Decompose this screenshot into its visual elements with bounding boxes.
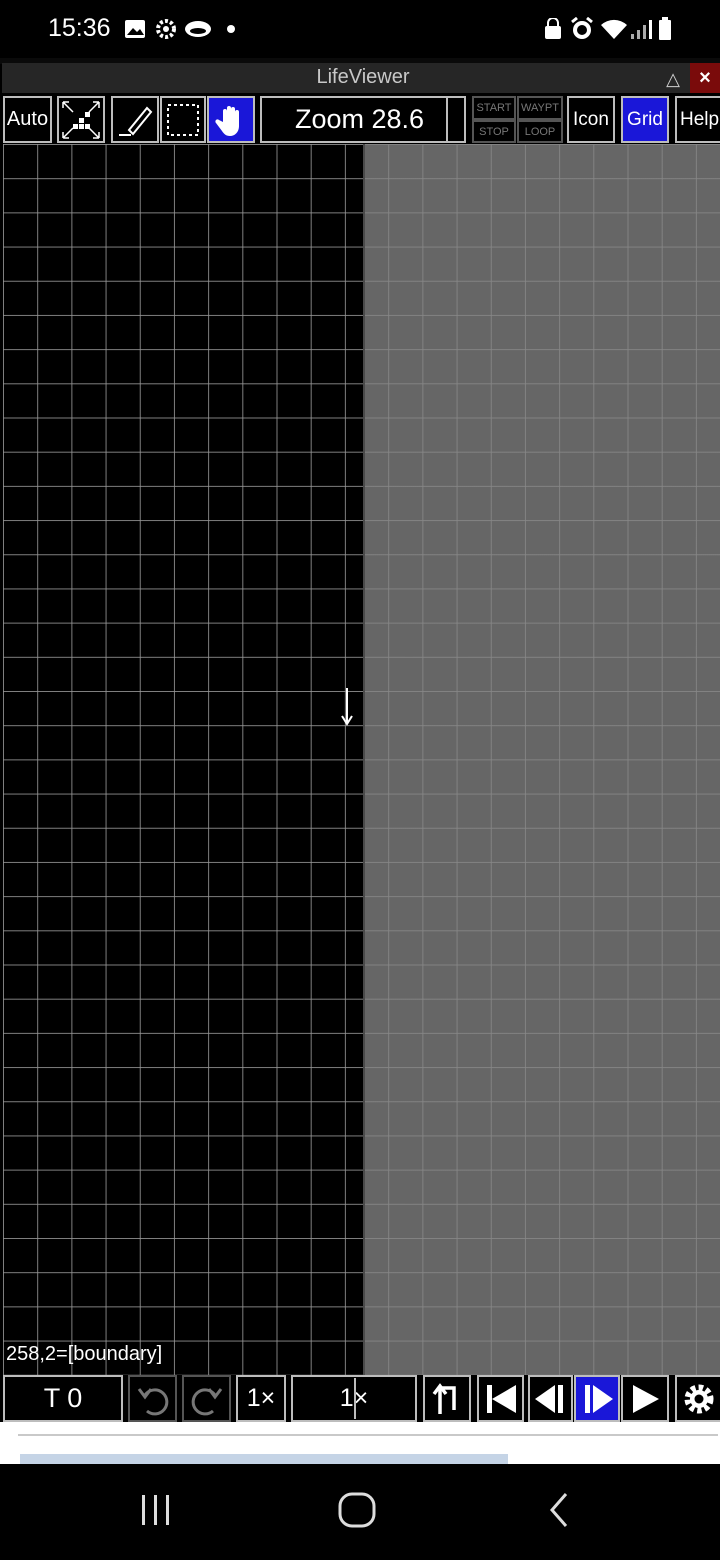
zoom-slider-thumb[interactable] xyxy=(446,98,448,141)
redo-icon xyxy=(191,1387,222,1415)
battery-icon xyxy=(659,17,671,40)
step-forward-button[interactable] xyxy=(574,1375,620,1422)
step-back-button[interactable] xyxy=(528,1375,573,1422)
icon-label: Icon xyxy=(573,108,609,130)
recent-apps-icon[interactable] xyxy=(138,1492,174,1528)
select-button[interactable] xyxy=(160,96,206,143)
cloud-icon xyxy=(185,21,211,37)
grid-button[interactable]: Grid xyxy=(621,96,669,143)
start-label: START xyxy=(476,102,512,114)
play-button[interactable] xyxy=(621,1375,669,1422)
icon-button[interactable]: Icon xyxy=(567,96,615,143)
auto-label: Auto xyxy=(6,108,49,130)
zoom-slider[interactable]: Zoom 28.6 xyxy=(260,96,466,143)
settings-gear-icon xyxy=(684,1384,713,1413)
gear-icon xyxy=(156,19,176,39)
generation-label: T 0 xyxy=(43,1383,83,1413)
grid-lines xyxy=(3,144,364,1375)
stop-button[interactable]: STOP xyxy=(472,120,516,143)
draw-button[interactable] xyxy=(111,96,159,143)
cursor-icon xyxy=(341,688,353,726)
cursor-coordinates: 258,2=[boundary] xyxy=(6,1343,163,1365)
loop-label: LOOP xyxy=(524,125,556,138)
grid-label: Grid xyxy=(627,108,663,130)
loop-button[interactable]: LOOP xyxy=(517,120,563,143)
page-divider xyxy=(18,1434,718,1436)
alarm-icon xyxy=(571,17,593,39)
undo-icon xyxy=(137,1387,168,1415)
speed-slider-thumb[interactable] xyxy=(354,1378,356,1419)
boundary-edge xyxy=(363,144,365,1375)
forum-thread-link[interactable] xyxy=(20,1454,508,1464)
skip-back-icon xyxy=(486,1384,516,1413)
fit-zoom-icon xyxy=(62,100,100,139)
collapse-button[interactable]: △ xyxy=(662,63,684,93)
stop-label: STOP xyxy=(479,125,509,138)
step-size-button[interactable]: 1× xyxy=(236,1375,286,1422)
waypt-label: WAYPT xyxy=(521,102,559,114)
step-forward-icon xyxy=(585,1384,613,1413)
step-label: 1× xyxy=(246,1384,276,1412)
image-icon xyxy=(125,20,145,38)
lock-icon xyxy=(545,18,561,39)
window-title: LifeViewer xyxy=(316,66,410,88)
play-icon xyxy=(633,1384,659,1413)
dot-icon xyxy=(227,25,235,33)
help-label: Help xyxy=(680,108,720,130)
close-button[interactable]: × xyxy=(690,63,720,93)
go-to-start-button[interactable] xyxy=(477,1375,524,1422)
auto-fit-button[interactable]: Auto xyxy=(3,96,52,143)
signal-icon xyxy=(631,20,652,39)
fit-zoom-button[interactable] xyxy=(57,96,105,143)
home-icon[interactable] xyxy=(336,1490,378,1530)
reset-button[interactable] xyxy=(423,1375,471,1422)
step-back-icon xyxy=(534,1384,563,1413)
undo-button[interactable] xyxy=(128,1375,177,1422)
clock: 15:36 xyxy=(48,14,111,42)
generation-counter[interactable]: T 0 xyxy=(3,1375,123,1422)
pan-button[interactable] xyxy=(207,96,255,143)
help-button[interactable]: Help xyxy=(675,96,720,143)
reset-icon xyxy=(432,1382,456,1414)
wifi-icon xyxy=(601,19,627,39)
start-button[interactable]: START xyxy=(472,96,516,120)
hand-icon xyxy=(215,105,239,136)
selection-icon xyxy=(167,103,199,136)
back-icon[interactable] xyxy=(544,1490,574,1530)
settings-button[interactable] xyxy=(675,1375,720,1422)
zoom-label: Zoom 28.6 xyxy=(295,104,425,134)
redo-button[interactable] xyxy=(182,1375,231,1422)
pencil-icon xyxy=(119,106,153,136)
waypoint-button[interactable]: WAYPT xyxy=(517,96,563,120)
grid-lines-outside xyxy=(364,144,720,1375)
